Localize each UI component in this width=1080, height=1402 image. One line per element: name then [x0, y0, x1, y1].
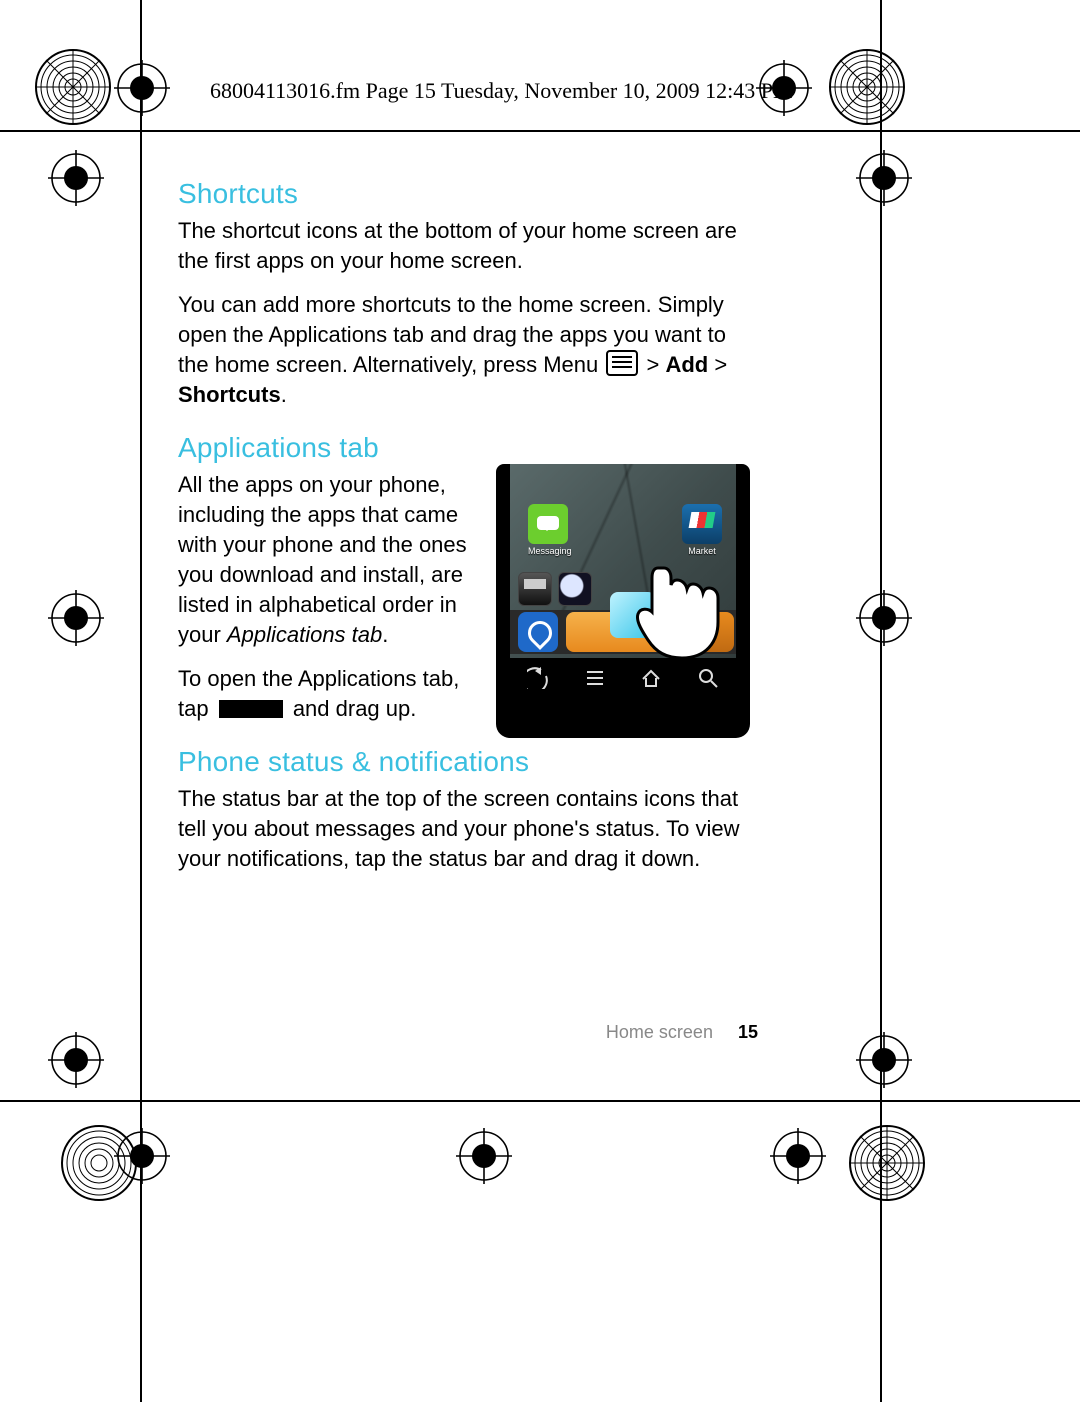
apps-tab-bar-icon: [219, 700, 283, 718]
heading-shortcuts: Shortcuts: [178, 178, 760, 210]
page-footer: Home screen 15: [178, 1022, 758, 1043]
app-market: Market: [682, 504, 722, 556]
menu-icon: [606, 350, 638, 376]
heading-applications-tab: Applications tab: [178, 432, 760, 464]
home-icon: [640, 667, 662, 689]
text: .: [382, 622, 388, 647]
search-icon: [697, 667, 719, 689]
phone-screen: Messaging Market: [510, 464, 736, 698]
text-bold: Add: [665, 352, 708, 377]
clock-widget-icon: [518, 572, 552, 606]
registration-spiral-icon: [34, 48, 112, 126]
registration-cross-icon: [856, 150, 912, 206]
trim-line: [0, 130, 1080, 132]
menu-icon: [584, 667, 606, 689]
paragraph: The shortcut icons at the bottom of your…: [178, 216, 760, 276]
trim-line: [140, 0, 142, 1402]
registration-cross-icon: [456, 1128, 512, 1184]
footer-section: Home screen: [606, 1022, 713, 1042]
footer-page-number: 15: [738, 1022, 758, 1042]
trim-line: [0, 1100, 1080, 1102]
text: >: [646, 352, 665, 377]
text: All the apps on your phone, including th…: [178, 472, 467, 647]
registration-cross-icon: [770, 1128, 826, 1184]
registration-spiral-icon: [848, 1124, 926, 1202]
text: .: [281, 382, 287, 407]
text: >: [714, 352, 727, 377]
registration-cross-icon: [48, 150, 104, 206]
paragraph: All the apps on your phone, including th…: [178, 470, 488, 650]
app-label: Market: [682, 546, 722, 556]
registration-cross-icon: [114, 1128, 170, 1184]
text-italic: Applications tab: [227, 622, 382, 647]
text-bold: Shortcuts: [178, 382, 281, 407]
heading-phone-status: Phone status & notifications: [178, 746, 760, 778]
app-messaging: Messaging: [528, 504, 568, 556]
weather-widget-icon: [558, 572, 592, 606]
registration-cross-icon: [856, 590, 912, 646]
registration-cross-icon: [48, 590, 104, 646]
trim-line: [880, 0, 882, 1402]
messaging-icon: [528, 504, 568, 544]
dialer-icon: [518, 612, 558, 652]
app-label: Messaging: [528, 546, 568, 556]
frame-header: 68004113016.fm Page 15 Tuesday, November…: [210, 78, 793, 104]
paragraph: You can add more shortcuts to the home s…: [178, 290, 760, 410]
text: and drag up.: [287, 696, 417, 721]
registration-spiral-icon: [60, 1124, 138, 1202]
back-icon: [527, 667, 549, 689]
phone-illustration: Messaging Market: [496, 464, 750, 738]
hand-pointer-icon: [628, 558, 728, 668]
market-icon: [682, 504, 722, 544]
text: You can add more shortcuts to the home s…: [178, 292, 726, 377]
registration-cross-icon: [856, 1032, 912, 1088]
registration-cross-icon: [48, 1032, 104, 1088]
paragraph: The status bar at the top of the screen …: [178, 784, 760, 874]
registration-spiral-icon: [828, 48, 906, 126]
phone-navbar: [510, 658, 736, 698]
paragraph: To open the Applications tab, tap and dr…: [178, 664, 488, 724]
registration-cross-icon: [114, 60, 170, 116]
